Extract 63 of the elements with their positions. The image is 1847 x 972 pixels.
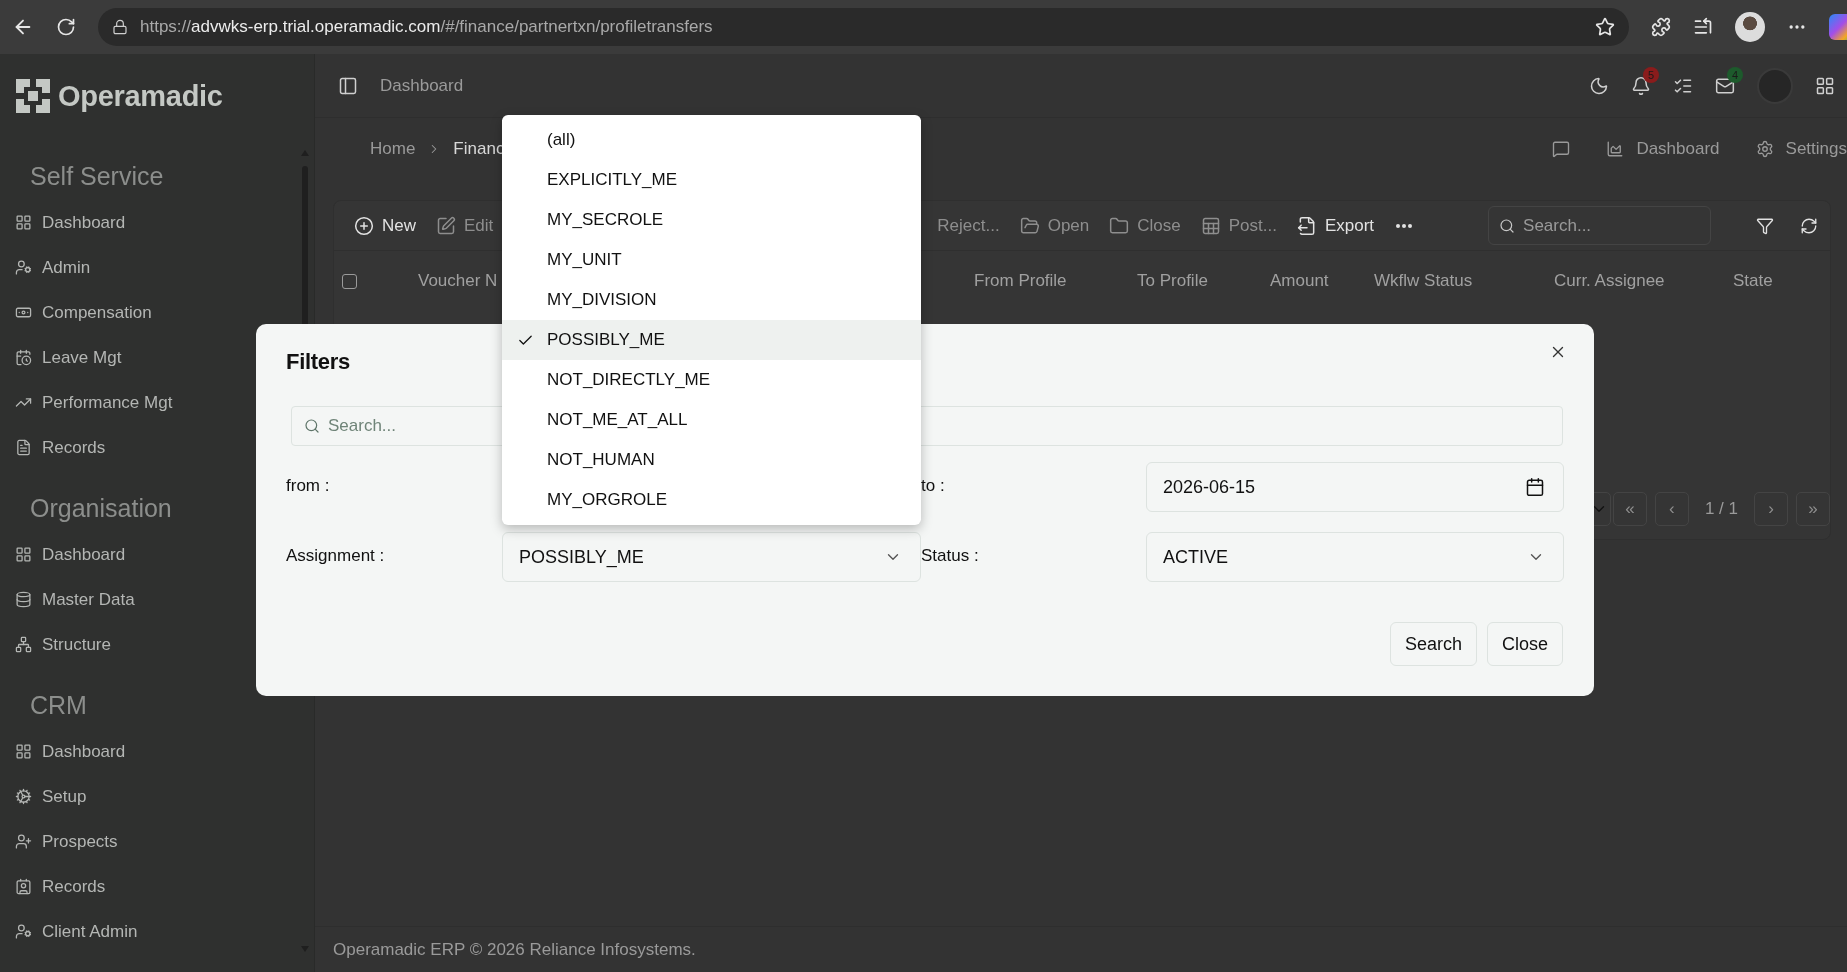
- dialog-button[interactable]: Search: [1389, 622, 1477, 666]
- dropdown-option[interactable]: MY_SECROLE: [502, 200, 921, 240]
- sidebar-item[interactable]: Client Admin: [0, 909, 138, 954]
- dialog-button[interactable]: Close: [1486, 622, 1563, 666]
- column-header: Curr. Assignee: [1554, 271, 1666, 291]
- field-label: to :: [921, 475, 946, 497]
- dropdown-option[interactable]: MY_ORGROLE: [502, 480, 921, 520]
- sidebar-item[interactable]: Dashboard: [0, 200, 126, 245]
- column-header: State: [1733, 271, 1774, 291]
- section-title: Organisation: [29, 493, 172, 524]
- dropdown-option[interactable]: NOT_DIRECTLY_ME: [502, 360, 921, 400]
- toolbar-button[interactable]: New: [344, 215, 426, 236]
- dropdown-option[interactable]: NOT_ME_AT_ALL: [502, 400, 921, 440]
- sidebar-item[interactable]: Leave Mgt: [0, 335, 122, 380]
- mail-count: 4: [1727, 66, 1743, 83]
- dropdown-option[interactable]: MY_UNIT: [502, 240, 921, 280]
- header-link[interactable]: Settings: [1785, 139, 1847, 159]
- column-header: Amount: [1270, 271, 1330, 291]
- dropdown-option[interactable]: POSSIBLY_ME: [502, 320, 921, 360]
- breadcrumb-link[interactable]: Financ: [453, 139, 505, 159]
- next-page-button[interactable]: ›: [1754, 492, 1788, 526]
- sidebar-item[interactable]: Dashboard: [0, 532, 126, 577]
- field-label: from :: [286, 475, 331, 497]
- dropdown-option[interactable]: MY_DIVISION: [502, 280, 921, 320]
- first-page-button[interactable]: «: [1612, 492, 1647, 526]
- column-header: Voucher N: [418, 271, 499, 291]
- dropdown-option[interactable]: EXPLICITLY_ME: [502, 160, 921, 200]
- page-indicator: 1 / 1: [1703, 499, 1739, 519]
- field-label: Status :: [921, 545, 980, 567]
- sidebar-item[interactable]: Records: [0, 425, 106, 470]
- field-label: Assignment :: [286, 545, 386, 567]
- header-link[interactable]: Dashboard: [1636, 139, 1720, 159]
- sidebar-item[interactable]: Setup: [0, 774, 87, 819]
- footer-text: Operamadic ERP © 2026 Reliance Infosystems.: [315, 926, 1847, 972]
- sidebar-item[interactable]: Performance Mgt: [0, 380, 173, 425]
- notification-count: 5: [1643, 66, 1659, 83]
- last-page-button[interactable]: »: [1796, 492, 1830, 526]
- sidebar-item[interactable]: Prospects: [0, 819, 118, 864]
- column-header: To Profile: [1137, 271, 1209, 291]
- page-title: Dashboard: [380, 75, 464, 96]
- address-bar[interactable]: https://advwks-erp.trial.operamadic.com/#/finance/partnertxn/profiletransfers: [98, 8, 1629, 46]
- sidebar-item[interactable]: Admin: [0, 245, 91, 290]
- dropdown-option[interactable]: (all): [502, 120, 921, 160]
- logo-text: Operamadic: [58, 79, 223, 113]
- sidebar-item[interactable]: Dashboard: [0, 729, 126, 774]
- sidebar-item[interactable]: Structure: [0, 622, 111, 667]
- column-header: Wkflw Status: [1374, 271, 1474, 291]
- dropdown-option[interactable]: NOT_HUMAN: [502, 440, 921, 480]
- url-text: https://advwks-erp.trial.operamadic.com/#/finance/partnertxn/profiletransfers: [140, 17, 713, 37]
- sidebar-item[interactable]: Compensation: [0, 290, 152, 335]
- sidebar-item[interactable]: Records: [0, 864, 106, 909]
- date-field[interactable]: 2026-06-15: [1146, 462, 1564, 512]
- select-field[interactable]: ACTIVE: [1146, 532, 1564, 582]
- previous-page-button[interactable]: ‹: [1654, 492, 1689, 526]
- sidebar-item[interactable]: Master Data: [0, 577, 135, 622]
- section-title: CRM: [29, 690, 87, 721]
- search-field[interactable]: Search...: [1488, 206, 1712, 245]
- column-header: From Profile: [974, 271, 1068, 291]
- breadcrumb-link[interactable]: Home: [370, 139, 416, 159]
- toolbar-button[interactable]: Export: [1286, 215, 1385, 236]
- dialog-title: Filters: [286, 349, 350, 375]
- select-field[interactable]: POSSIBLY_ME: [502, 532, 921, 582]
- section-title: Self Service: [29, 161, 164, 192]
